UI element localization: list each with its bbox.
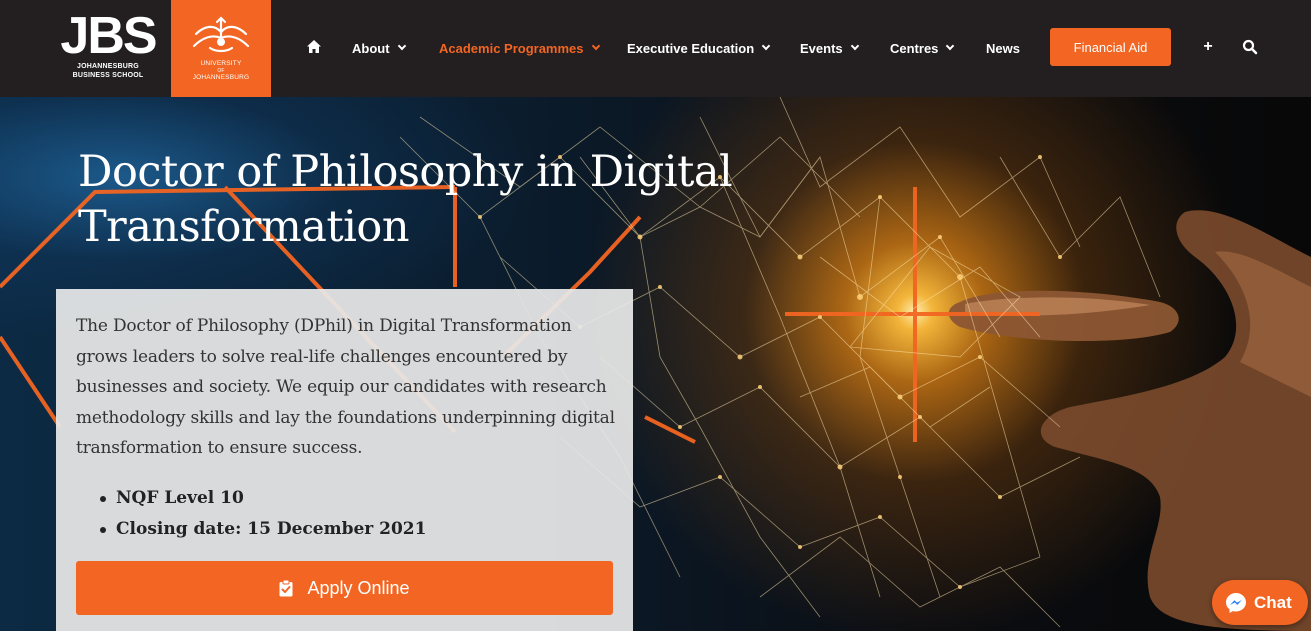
nav-academic-programmes[interactable]: Academic Programmes xyxy=(439,39,600,57)
list-item-closing-date: Closing date: 15 December 2021 xyxy=(100,514,426,545)
site-header: JBS JOHANNESBURG BUSINESS SCHOOL UNIVERS… xyxy=(0,0,1311,97)
financial-aid-button[interactable]: Financial Aid xyxy=(1050,28,1171,66)
apply-online-label: Apply Online xyxy=(307,577,410,598)
home-icon[interactable] xyxy=(306,39,322,54)
chat-label: Chat xyxy=(1254,592,1292,612)
nav-news[interactable]: News xyxy=(986,39,1020,57)
plus-icon[interactable]: + xyxy=(1200,38,1216,56)
nav-centres[interactable]: Centres xyxy=(890,39,955,57)
search-icon[interactable] xyxy=(1242,39,1258,55)
nav-news-label: News xyxy=(986,40,1020,56)
programme-facts-list: NQF Level 10 Closing date: 15 December 2… xyxy=(100,483,426,545)
clipboard-check-icon xyxy=(279,579,293,596)
nav-events[interactable]: Events xyxy=(800,39,859,57)
programme-summary-card: The Doctor of Philosophy (DPhil) in Digi… xyxy=(56,289,633,631)
nav-academic-programmes-label: Academic Programmes xyxy=(439,40,584,56)
page-title: Doctor of Philosophy in Digital Transfor… xyxy=(78,145,798,255)
programme-description: The Doctor of Philosophy (DPhil) in Digi… xyxy=(76,316,615,458)
chevron-down-icon xyxy=(850,41,859,51)
page-title-line-2: Transformation xyxy=(78,202,410,252)
nav-events-label: Events xyxy=(800,40,843,56)
uj-logo[interactable]: UNIVERSITY OF JOHANNESBURG xyxy=(171,0,271,97)
jbs-logo[interactable]: JBS JOHANNESBURG BUSINESS SCHOOL xyxy=(56,10,160,86)
chevron-down-icon xyxy=(397,41,406,51)
nav-about[interactable]: About xyxy=(352,39,406,57)
nav-about-label: About xyxy=(352,40,390,56)
nav-executive-education[interactable]: Executive Education xyxy=(627,39,771,57)
hero-banner: Doctor of Philosophy in Digital Transfor… xyxy=(0,97,1311,631)
nav-executive-education-label: Executive Education xyxy=(627,40,755,56)
chevron-down-icon xyxy=(946,41,955,51)
page-title-line-1: Doctor of Philosophy in Digital xyxy=(78,147,733,197)
logo-mark: JBS xyxy=(60,7,157,65)
list-item-nqf-level: NQF Level 10 xyxy=(100,483,426,514)
uj-emblem-icon xyxy=(192,16,250,53)
chat-button[interactable]: Chat xyxy=(1212,580,1308,625)
nav-centres-label: Centres xyxy=(890,40,939,56)
apply-online-button[interactable]: Apply Online xyxy=(76,561,613,615)
chevron-down-icon xyxy=(761,41,771,51)
logo-line-2: BUSINESS SCHOOL xyxy=(72,72,144,79)
uj-wordmark: UNIVERSITY OF JOHANNESBURG xyxy=(192,60,250,81)
chevron-down-icon xyxy=(591,41,600,51)
messenger-icon xyxy=(1226,592,1246,613)
